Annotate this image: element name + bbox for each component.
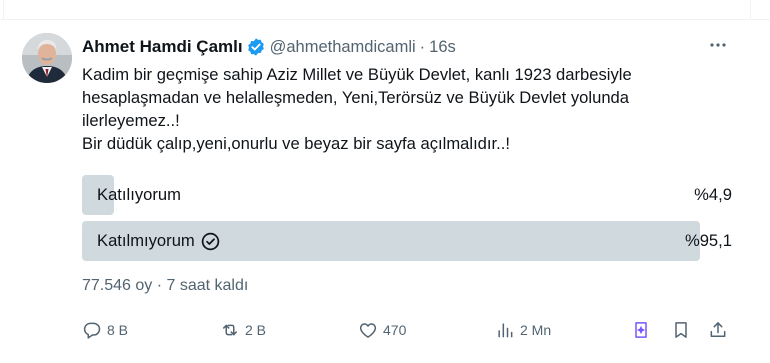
like-count: 470 — [383, 322, 407, 338]
retweet-count: 2 B — [245, 322, 267, 338]
poll-option[interactable]: Katılıyorum %4,9 — [82, 175, 732, 215]
verified-badge-icon[interactable] — [246, 37, 266, 57]
poll-meta: 77.546 oy · 7 saat kaldı — [82, 277, 249, 294]
grok-button[interactable] — [631, 318, 651, 342]
tweet-text-line: Kadim bir geçmişe sahip Aziz Millet ve B… — [82, 65, 632, 84]
share-button[interactable] — [708, 318, 728, 342]
poll-option[interactable]: Katılmıyorum %95,1 — [82, 221, 732, 261]
reply-count: 8 B — [107, 322, 129, 338]
tweet-text: Kadim bir geçmişe sahip Aziz Millet ve B… — [82, 63, 742, 155]
poll-option-percent: %95,1 — [684, 231, 732, 250]
action-bar: 8 B 2 B 470 2 Mn — [82, 318, 732, 342]
views-count: 2 Mn — [520, 322, 552, 338]
poll: Katılıyorum %4,9 Katılmıyorum %95,1 — [82, 175, 732, 267]
views-icon — [495, 320, 515, 340]
avatar[interactable] — [22, 33, 72, 83]
share-icon — [708, 320, 728, 340]
tweet-text-line: Bir düdük çalıp,yeni,onurlu ve beyaz bir… — [82, 134, 510, 153]
previous-tweet-border — [0, 0, 770, 20]
reply-icon — [82, 320, 102, 340]
author-name[interactable]: Ahmet Hamdi Çamlı — [82, 37, 243, 57]
author-handle[interactable]: @ahmethamdicamli — [270, 38, 416, 57]
bookmark-button[interactable] — [671, 318, 691, 342]
like-button[interactable]: 470 — [358, 318, 406, 342]
retweet-button[interactable]: 2 B — [220, 318, 266, 342]
tweet-text-line: hesaplaşmadan ve helalleşmeden, Yeni,Ter… — [82, 88, 630, 107]
views-button[interactable]: 2 Mn — [495, 318, 551, 342]
like-icon — [358, 320, 378, 340]
reply-button[interactable]: 8 B — [82, 318, 128, 342]
retweet-icon — [220, 320, 240, 340]
tweet-time[interactable]: 16s — [429, 38, 456, 57]
more-icon[interactable] — [704, 33, 732, 57]
tweet-header: Ahmet Hamdi Çamlı @ahmethamdicamli · 16s — [82, 35, 456, 59]
bookmark-icon — [671, 320, 691, 340]
poll-option-label: Katılıyorum — [97, 185, 181, 204]
grok-icon — [631, 320, 651, 340]
poll-option-percent: %4,9 — [694, 185, 732, 204]
check-circle-icon — [201, 232, 220, 251]
separator-dot: · — [419, 37, 426, 56]
tweet[interactable]: Ahmet Hamdi Çamlı @ahmethamdicamli · 16s… — [0, 21, 770, 363]
poll-option-label: Katılmıyorum — [97, 231, 195, 250]
tweet-text-line: ilerleyemez..! — [82, 111, 180, 130]
